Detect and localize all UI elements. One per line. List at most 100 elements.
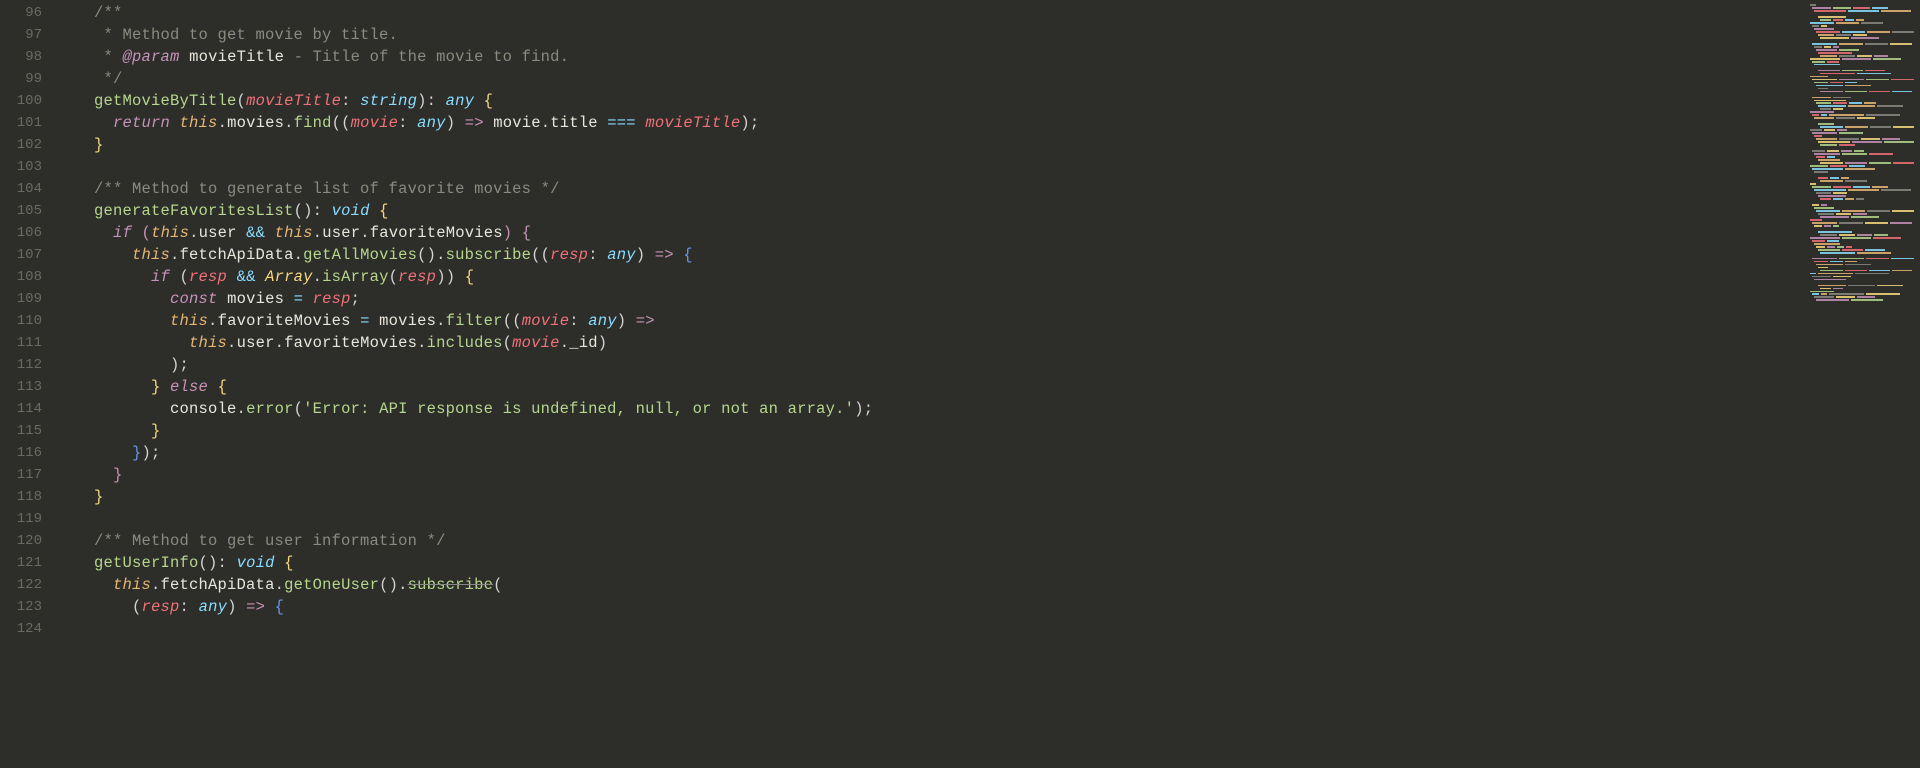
code-line[interactable]: * @param movieTitle - Title of the movie… [56,46,1800,68]
code-token: movie [351,114,399,132]
code-token: && [237,268,256,286]
code-token [256,268,266,286]
code-token: 'Error: API response is undefined, null,… [303,400,854,418]
code-token [227,268,237,286]
code-line[interactable]: }); [56,442,1800,464]
code-token: = [360,312,370,330]
line-number: 123 [0,596,56,618]
code-editor[interactable]: 9697989910010110210310410510610710810911… [0,0,1920,768]
code-token: void [237,554,275,572]
code-token: . [436,312,446,330]
code-token: { [275,598,285,616]
code-token: { [465,268,475,286]
line-number: 103 [0,156,56,178]
minimap[interactable] [1800,0,1920,768]
code-token: ) [636,246,655,264]
line-number: 113 [0,376,56,398]
code-token: getAllMovies [303,246,417,264]
line-number: 102 [0,134,56,156]
code-token: ): [417,92,446,110]
code-token: movie [493,114,541,132]
code-token: { [522,224,532,242]
code-token: _id [569,334,598,352]
code-token: ) [598,334,608,352]
code-token [484,114,494,132]
code-line[interactable]: if (this.user && this.user.favoriteMovie… [56,222,1800,244]
code-token [132,224,142,242]
code-line[interactable]: this.user.favoriteMovies.includes(movie.… [56,332,1800,354]
code-token: { [379,202,389,220]
line-number: 114 [0,398,56,420]
code-token: this [151,224,189,242]
code-line[interactable]: ); [56,354,1800,376]
code-token: (( [531,246,550,264]
line-number: 104 [0,178,56,200]
code-token: . [189,224,199,242]
code-line[interactable]: } [56,134,1800,156]
code-line[interactable]: getMovieByTitle(movieTitle: string): any… [56,90,1800,112]
code-token [370,312,380,330]
code-token: } [113,466,123,484]
code-token [237,224,247,242]
code-token: @param [123,48,180,66]
code-token: resp [189,268,227,286]
code-token: ( [132,598,142,616]
code-token: any [199,598,228,616]
code-token: : [398,114,417,132]
code-line[interactable]: } [56,486,1800,508]
code-line[interactable] [56,508,1800,530]
code-line[interactable]: } [56,464,1800,486]
code-token: filter [446,312,503,330]
code-line[interactable]: */ [56,68,1800,90]
code-line[interactable]: generateFavoritesList(): void { [56,200,1800,222]
code-token [265,224,275,242]
code-token: ( [170,268,189,286]
code-token: . [227,334,237,352]
code-line[interactable]: getUserInfo(): void { [56,552,1800,574]
code-token: includes [427,334,503,352]
code-line[interactable]: (resp: any) => { [56,596,1800,618]
code-line[interactable]: /** Method to get user information */ [56,530,1800,552]
code-line[interactable]: this.fetchApiData.getOneUser().subscribe… [56,574,1800,596]
line-number: 124 [0,618,56,640]
code-token: this [180,114,218,132]
code-token [351,312,361,330]
code-token: . [151,576,161,594]
code-line[interactable]: } else { [56,376,1800,398]
line-number: 118 [0,486,56,508]
code-token: resp [313,290,351,308]
code-line[interactable]: return this.movies.find((movie: any) => … [56,112,1800,134]
code-line[interactable]: this.fetchApiData.getAllMovies().subscri… [56,244,1800,266]
code-line[interactable]: * Method to get movie by title. [56,24,1800,46]
code-line[interactable] [56,618,1800,640]
code-line[interactable]: this.favoriteMovies = movies.filter((mov… [56,310,1800,332]
code-token: movies [227,290,284,308]
line-number: 112 [0,354,56,376]
code-line[interactable]: /** Method to generate list of favorite … [56,178,1800,200]
code-token: getUserInfo [94,554,199,572]
code-token: ); [142,444,161,462]
code-token: } [94,488,104,506]
code-token: if [151,268,170,286]
code-token: /** [94,4,123,22]
code-token: } [151,422,161,440]
code-token: ) [446,114,465,132]
code-area[interactable]: /** * Method to get movie by title. * @p… [56,0,1800,768]
code-token: = [294,290,304,308]
line-number: 120 [0,530,56,552]
code-token [180,48,190,66]
line-number: 121 [0,552,56,574]
code-token: /** Method to get user information */ [94,532,446,550]
code-token: ( [237,92,247,110]
code-line[interactable]: console.error('Error: API response is un… [56,398,1800,420]
code-token: ( [503,334,513,352]
code-line[interactable]: const movies = resp; [56,288,1800,310]
code-line[interactable] [56,156,1800,178]
code-line[interactable]: } [56,420,1800,442]
code-line[interactable]: if (resp && Array.isArray(resp)) { [56,266,1800,288]
code-token: find [294,114,332,132]
code-line[interactable]: /** [56,2,1800,24]
code-token: => [246,598,265,616]
code-token: generateFavoritesList [94,202,294,220]
code-token: (): [199,554,237,572]
